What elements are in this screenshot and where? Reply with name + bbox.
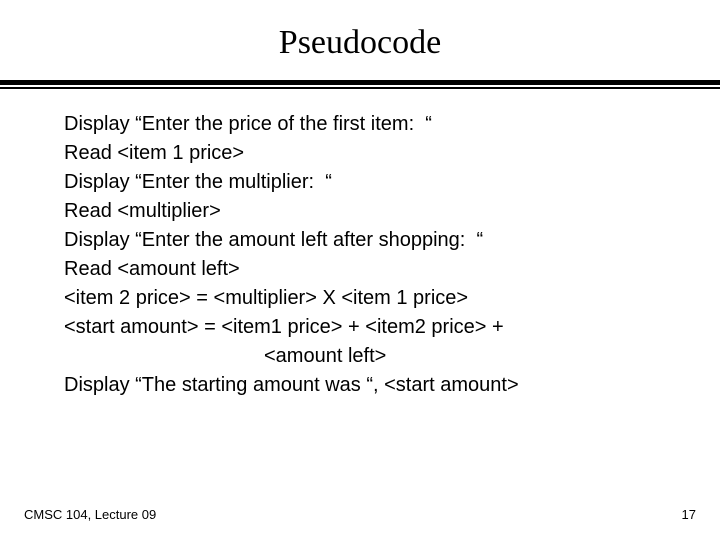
page-number: 17	[682, 507, 696, 522]
pseudocode-line: <amount left>	[64, 342, 672, 371]
pseudocode-line: Display “The starting amount was “, <sta…	[64, 371, 672, 400]
pseudocode-line: Display “Enter the multiplier: “	[64, 168, 672, 197]
pseudocode-line: Read <multiplier>	[64, 197, 672, 226]
pseudocode-line: Display “Enter the amount left after sho…	[64, 226, 672, 255]
pseudocode-line: Read <item 1 price>	[64, 139, 672, 168]
pseudocode-line: Read <amount left>	[64, 255, 672, 284]
pseudocode-line: <start amount> = <item1 price> + <item2 …	[64, 313, 672, 342]
slide-body: Display “Enter the price of the first it…	[0, 110, 720, 400]
slide-title: Pseudocode	[0, 24, 720, 62]
divider-thick	[0, 80, 720, 85]
pseudocode-line: Display “Enter the price of the first it…	[64, 110, 672, 139]
footer-left: CMSC 104, Lecture 09	[24, 507, 156, 522]
pseudocode-line: <item 2 price> = <multiplier> X <item 1 …	[64, 284, 672, 313]
divider-thin	[0, 87, 720, 89]
divider	[0, 80, 720, 90]
slide: Pseudocode Display “Enter the price of t…	[0, 0, 720, 540]
